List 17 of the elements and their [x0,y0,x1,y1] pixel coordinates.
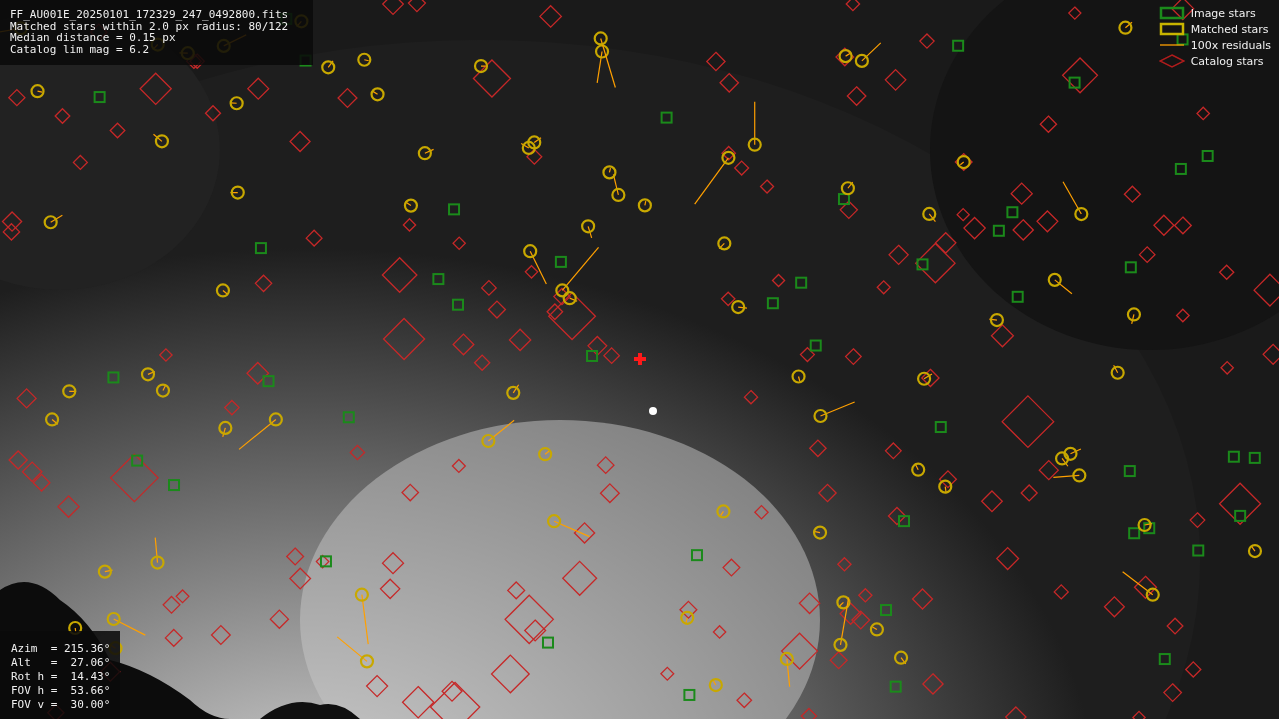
legend-label: Matched stars [1190,22,1269,36]
info-text: Median distance = 0.15 px [10,32,176,44]
image-legend-icon [1158,6,1185,20]
pointing-text: Rot h = 14.43° [11,670,111,684]
legend-label: Catalog stars [1190,54,1264,68]
catalog-legend-icon [1158,54,1185,68]
legend-label: 100x residuals [1190,38,1271,52]
pointing-text: FOV v = 30.00° [11,698,111,712]
info-text: Catalog lim mag = 6.2 [10,43,151,55]
info-text: FF_AU001E_20250101_172329_247_0492800.fits [10,9,290,21]
legend-label: Image stars [1190,6,1256,20]
info-text: Matched stars within 2.0 px radius: 80/122 [10,20,290,32]
pointing-text: FOV h = 53.66° [11,684,111,698]
pointing-text: Azim = 215.36° [11,642,111,656]
matched-legend-icon [1158,22,1185,36]
pointing-text: Alt = 27.06° [11,656,111,670]
center-cross-icon [634,353,646,365]
